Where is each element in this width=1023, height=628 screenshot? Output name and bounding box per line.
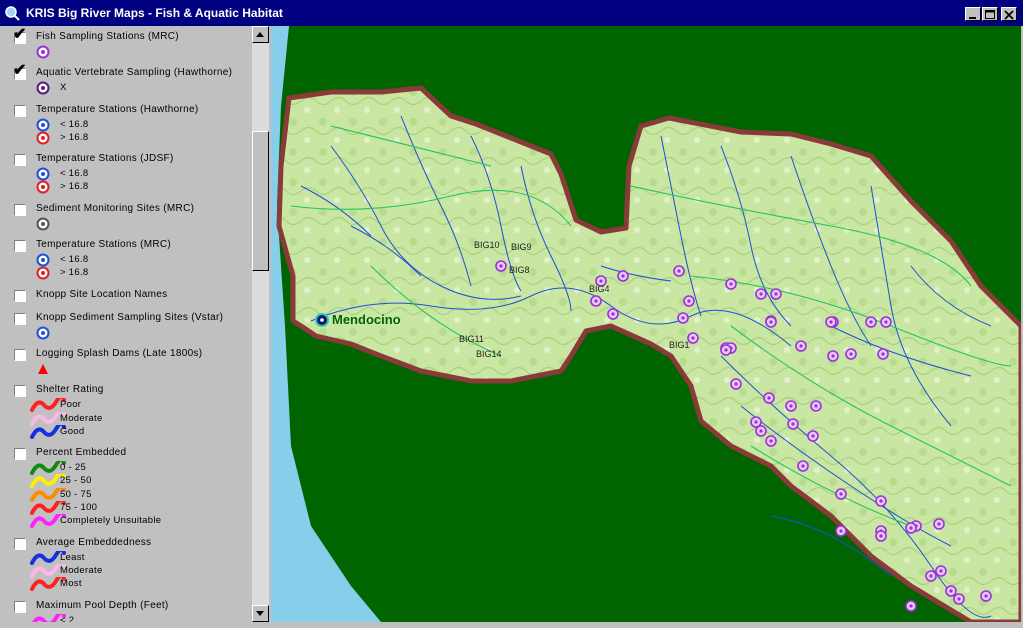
arrow-up-icon bbox=[256, 32, 264, 37]
window-title: KRIS Big River Maps - Fish & Aquatic Hab… bbox=[26, 6, 283, 20]
site-label: BIG10 bbox=[474, 240, 500, 250]
maximize-button[interactable] bbox=[982, 7, 998, 21]
legend-symbol-label: Completely Unsuitable bbox=[60, 515, 162, 527]
legend-title: Sediment Monitoring Sites (MRC) bbox=[36, 202, 195, 214]
legend-title: Average Embeddedness bbox=[36, 536, 152, 548]
legend-symbol-label: 0 - 25 bbox=[60, 462, 87, 474]
layer-checkbox[interactable] bbox=[14, 203, 26, 216]
legend-title: Temperature Stations (Hawthorne) bbox=[36, 103, 199, 115]
blue-stream-icon bbox=[30, 547, 66, 565]
site-label: BIG8 bbox=[509, 265, 530, 275]
legend-title: Temperature Stations (MRC) bbox=[36, 239, 172, 251]
checkmark-icon: ✔ bbox=[13, 26, 27, 43]
mendocino-marker[interactable] bbox=[315, 313, 329, 327]
layer-checkbox[interactable] bbox=[14, 537, 26, 550]
scroll-up-button[interactable] bbox=[252, 26, 269, 43]
red-stream-icon bbox=[30, 394, 66, 413]
legend-symbol-label: Most bbox=[60, 578, 82, 590]
legend-title: Percent Embedded bbox=[36, 447, 127, 459]
legend-symbol-label: > 16.8 bbox=[60, 131, 89, 143]
maximize-icon bbox=[985, 10, 995, 19]
legend-symbol-label: X bbox=[60, 82, 67, 94]
red-stream-icon bbox=[30, 497, 66, 516]
magenta-stream-icon bbox=[30, 510, 66, 529]
purple-target-icon bbox=[30, 45, 54, 59]
legend-symbol-label: > 16.8 bbox=[60, 181, 89, 193]
legend-symbol-label: < 16.8 bbox=[60, 118, 89, 130]
legend-symbol-label: 50 - 75 bbox=[60, 488, 92, 500]
legend-symbol-label: > 16.8 bbox=[60, 267, 89, 279]
legend-symbol-label: < 16.8 bbox=[60, 168, 89, 180]
layer-checkbox[interactable] bbox=[14, 289, 26, 302]
site-label: BIG14 bbox=[476, 349, 502, 359]
arrow-down-icon bbox=[256, 611, 264, 616]
minimize-button[interactable] bbox=[965, 7, 981, 21]
map-view[interactable]: Mendocino BIG10 BIG9 BIG8 BIG4 BIG11 BIG… bbox=[271, 26, 1021, 622]
close-icon bbox=[1004, 10, 1014, 20]
blue-target-icon bbox=[30, 253, 54, 267]
purple-x-target-icon bbox=[30, 81, 54, 95]
gray-target-icon bbox=[30, 217, 54, 231]
legend-title: Temperature Stations (JDSF) bbox=[36, 153, 174, 165]
pink-stream-icon bbox=[30, 408, 66, 426]
orange-stream-icon bbox=[30, 484, 66, 502]
site-label: BIG11 bbox=[459, 334, 484, 344]
checkmark-icon: ✔ bbox=[13, 62, 27, 80]
scroll-thumb[interactable] bbox=[252, 131, 269, 271]
legend-title: Logging Splash Dams (Late 1800s) bbox=[36, 348, 203, 359]
legend-symbol-label: < 2 bbox=[60, 614, 75, 622]
red-stream-icon bbox=[30, 573, 66, 592]
red-target-icon bbox=[30, 266, 54, 280]
layer-checkbox[interactable] bbox=[14, 600, 26, 613]
legend-title: Fish Sampling Stations (MRC) bbox=[36, 31, 179, 42]
layer-checkbox[interactable] bbox=[14, 240, 26, 253]
blue-target-icon bbox=[30, 326, 54, 340]
layer-checkbox[interactable] bbox=[14, 312, 26, 325]
close-button[interactable] bbox=[1001, 7, 1017, 21]
magenta-stream-icon bbox=[30, 610, 66, 622]
minimize-icon bbox=[969, 17, 976, 19]
green-stream-icon bbox=[30, 457, 66, 476]
legend-title: Knopp Sediment Sampling Sites (Vstar) bbox=[36, 311, 224, 323]
layer-checkbox[interactable] bbox=[14, 385, 26, 398]
legend-symbol-label: 75 - 100 bbox=[60, 502, 98, 514]
site-label: BIG9 bbox=[511, 242, 532, 252]
title-bar: KRIS Big River Maps - Fish & Aquatic Hab… bbox=[0, 0, 1023, 26]
legend-title: Aquatic Vertebrate Sampling (Hawthorne) bbox=[36, 67, 233, 79]
blue-target-icon bbox=[30, 118, 54, 132]
legend-symbol-label: Good bbox=[60, 425, 85, 437]
legend-scrollbar[interactable] bbox=[252, 26, 269, 622]
layer-checkbox[interactable] bbox=[14, 448, 26, 461]
site-label: BIG1 bbox=[669, 340, 690, 350]
legend-symbol-label: Moderate bbox=[60, 564, 103, 576]
layer-checkbox[interactable]: ✔ bbox=[13, 63, 26, 81]
city-label-mendocino: Mendocino bbox=[332, 312, 401, 327]
site-label: BIG4 bbox=[589, 284, 610, 294]
layer-checkbox[interactable] bbox=[14, 154, 26, 167]
pink-stream-icon bbox=[30, 560, 66, 578]
legend-title: Shelter Rating bbox=[36, 384, 104, 396]
blue-target-icon bbox=[30, 167, 54, 181]
layer-checkbox[interactable]: ✔ bbox=[13, 27, 26, 44]
yellow-stream-icon bbox=[30, 470, 66, 489]
legend-panel: ✔ Fish Sampling Stations (MRC) ✔ Aquatic Ve… bbox=[0, 26, 252, 622]
legend-symbol-label: Poor bbox=[60, 399, 82, 411]
layer-checkbox[interactable] bbox=[14, 104, 26, 117]
legend-symbol-label: 25 - 50 bbox=[60, 475, 92, 487]
blue-stream-icon bbox=[30, 421, 66, 439]
red-triangle-icon bbox=[30, 362, 54, 376]
legend-symbol-label: Moderate bbox=[60, 412, 103, 424]
red-target-icon bbox=[30, 131, 54, 145]
scroll-down-button[interactable] bbox=[252, 605, 269, 622]
app-icon bbox=[5, 6, 20, 21]
legend-symbol-label: Least bbox=[60, 551, 85, 563]
red-target-icon bbox=[30, 180, 54, 194]
legend-title: Knopp Site Location Names bbox=[36, 288, 168, 300]
legend-symbol-label: < 16.8 bbox=[60, 254, 89, 266]
layer-checkbox[interactable] bbox=[14, 349, 26, 361]
legend-title: Maximum Pool Depth (Feet) bbox=[36, 599, 169, 611]
